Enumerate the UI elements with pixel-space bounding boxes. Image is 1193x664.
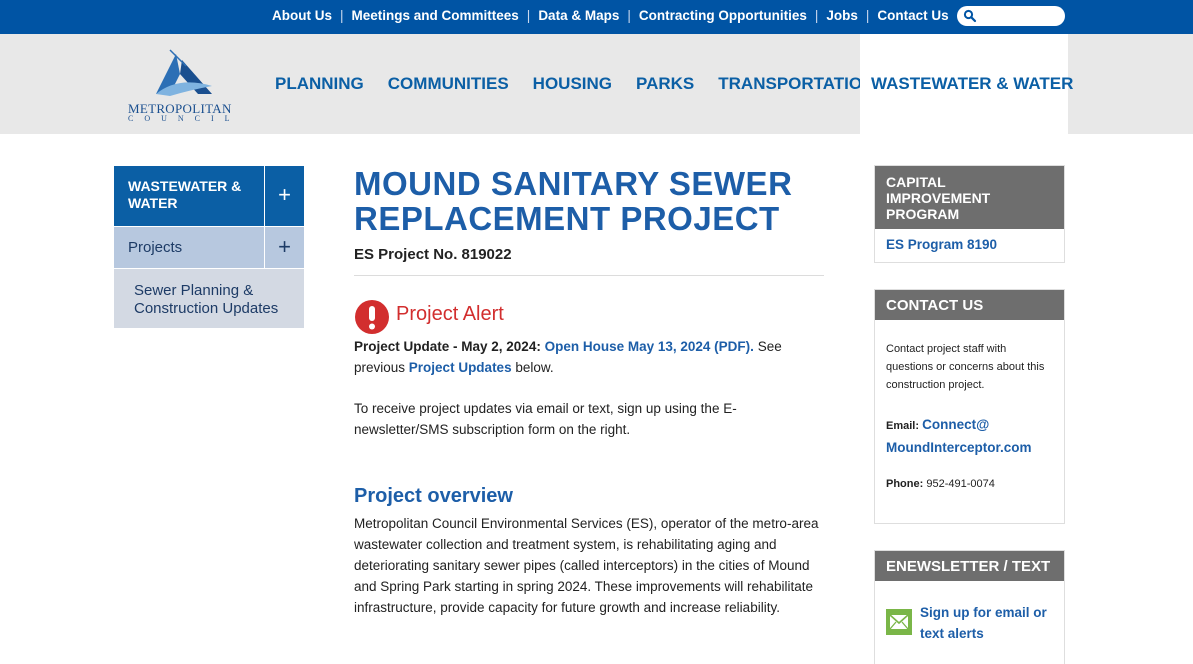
utility-nav: About Us | Meetings and Committees | Dat… — [272, 8, 949, 23]
contact-email: Email: Connect@ MoundInterceptor.com — [875, 394, 1064, 460]
enewsletter-box: ENEWSLETTER / TEXT Sign up for email or … — [874, 550, 1065, 664]
divider: | — [814, 8, 819, 23]
search-input[interactable] — [957, 6, 1065, 26]
project-updates-link[interactable]: Project Updates — [409, 360, 512, 375]
sidebar-item-projects[interactable]: Projects — [114, 226, 264, 268]
search-icon[interactable] — [963, 9, 977, 23]
utility-bar: About Us | Meetings and Committees | Dat… — [0, 0, 1193, 34]
phone-value: 952-491-0074 — [926, 478, 995, 490]
utility-link-about-us[interactable]: About Us — [272, 8, 332, 23]
newsletter-icon[interactable] — [886, 609, 912, 635]
contact-phone: Phone: 952-491-0074 — [875, 460, 1064, 490]
logo-sub: COUNCIL — [128, 114, 241, 123]
page-title: MOUND SANITARY SEWER REPLACEMENT PROJECT — [354, 165, 793, 237]
nav-parks[interactable]: PARKS — [636, 74, 694, 94]
section-sidebar: WASTEWATER & WATER + Projects + Sewer Pl… — [114, 166, 304, 328]
overview-text: Metropolitan Council Environmental Servi… — [354, 516, 819, 615]
alert-title: Project Alert — [396, 303, 504, 325]
expand-icon[interactable]: + — [264, 226, 304, 268]
email-label: Email: — [886, 420, 920, 432]
divider: | — [340, 8, 344, 23]
es-program-link[interactable]: ES Program 8190 — [875, 229, 1064, 260]
utility-link-contact-us[interactable]: Contact Us — [877, 8, 948, 23]
alert-icon — [355, 300, 389, 334]
phone-label: Phone: — [886, 478, 924, 490]
expand-icon[interactable]: + — [264, 166, 304, 226]
divider: | — [627, 8, 631, 23]
nav-housing[interactable]: HOUSING — [533, 74, 612, 94]
update-below-text: below. — [515, 360, 554, 375]
utility-link-jobs[interactable]: Jobs — [826, 8, 858, 23]
cip-heading: CAPITAL IMPROVEMENT PROGRAM — [875, 166, 1064, 229]
signup-text: To receive project updates via email or … — [354, 401, 737, 437]
contact-us-box: CONTACT US Contact project staff with qu… — [874, 289, 1065, 524]
main-header: METROPOLITAN COUNCIL PLANNING COMMUNITIE… — [0, 34, 1193, 134]
divider: | — [526, 8, 531, 23]
contact-text: Contact project staff with questions or … — [886, 343, 1045, 391]
utility-link-contracting[interactable]: Contracting Opportunities — [639, 8, 807, 23]
enews-heading: ENEWSLETTER / TEXT — [875, 551, 1064, 581]
enews-signup-link[interactable]: Sign up for email or text alerts — [920, 602, 1060, 644]
nav-communities[interactable]: COMMUNITIES — [388, 74, 509, 94]
nav-wastewater-water-label: WASTEWATER & WATER — [871, 74, 1074, 93]
nav-wastewater-water[interactable]: WASTEWATER & WATER — [860, 34, 1073, 134]
utility-link-data-maps[interactable]: Data & Maps — [538, 8, 619, 23]
sidebar-section-wastewater[interactable]: WASTEWATER & WATER — [114, 166, 264, 226]
update-label: Project Update - May 2, 2024: — [354, 339, 541, 354]
project-number: ES Project No. 819022 — [354, 246, 512, 263]
nav-planning[interactable]: PLANNING — [275, 74, 364, 94]
capital-improvement-box: CAPITAL IMPROVEMENT PROGRAM ES Program 8… — [874, 165, 1065, 263]
sidebar-item-sewer-planning[interactable]: Sewer Planning & Construction Updates — [114, 268, 304, 328]
contact-heading: CONTACT US — [875, 290, 1064, 320]
divider — [354, 275, 824, 276]
project-update-text: Project Update - May 2, 2024: Open House… — [354, 336, 794, 378]
main-nav: PLANNING COMMUNITIES HOUSING PARKS TRANS… — [275, 74, 898, 94]
divider: | — [865, 8, 870, 23]
nav-transportation[interactable]: TRANSPORTATION — [718, 74, 874, 94]
utility-link-meetings[interactable]: Meetings and Committees — [352, 8, 519, 23]
open-house-pdf-link[interactable]: Open House May 13, 2024 (PDF). — [545, 339, 754, 354]
overview-heading: Project overview — [354, 485, 513, 507]
